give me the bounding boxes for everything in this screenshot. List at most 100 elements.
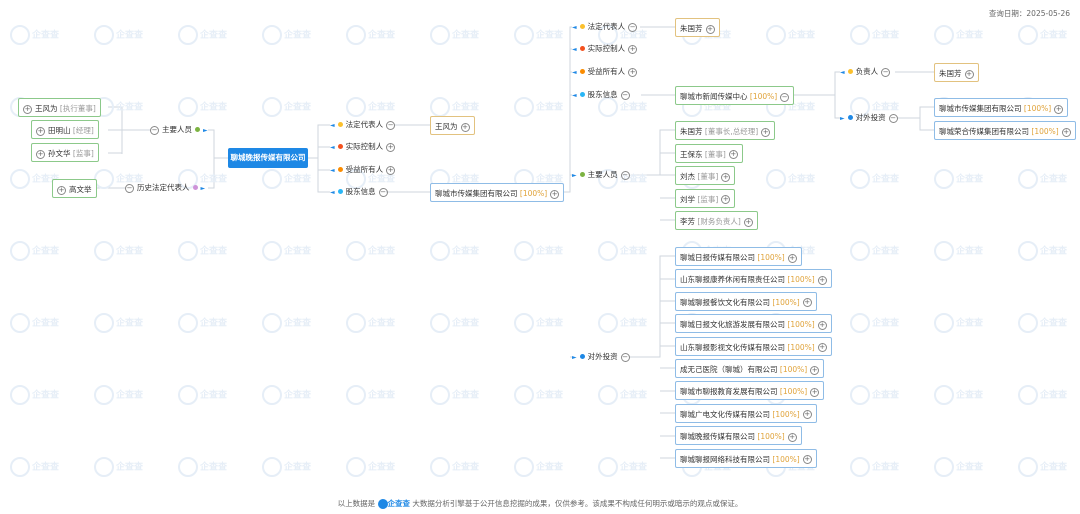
expand-icon[interactable]: + bbox=[802, 298, 812, 308]
person-box[interactable]: + 王风为 [执行董事] bbox=[18, 98, 101, 117]
expand-icon[interactable]: + bbox=[802, 455, 812, 465]
arrow-right-icon: ► bbox=[203, 127, 208, 134]
expand-icon[interactable]: + bbox=[721, 172, 731, 182]
investment-box[interactable]: 聊城荣合传媒集团有限公司 [100%] + bbox=[934, 121, 1076, 140]
investment-box[interactable]: 山东聊报影视文化传媒有限公司 [100%] + bbox=[675, 336, 832, 356]
investment-box[interactable]: 聊城聊报餐饮文化有限公司 [100%] + bbox=[675, 291, 817, 311]
person-box[interactable]: 李芳 [财务负责人] + bbox=[675, 211, 758, 230]
investment-box[interactable]: 聊城聊报网络科技有限公司 [100%] + bbox=[675, 448, 817, 468]
person-role: [监事] bbox=[72, 149, 94, 158]
person-box[interactable]: + 孙文华 [监事] bbox=[31, 143, 99, 162]
category-investment[interactable]: ► 对外投资 − bbox=[840, 112, 898, 125]
person-name: 王风为 bbox=[35, 104, 58, 113]
category-main-personnel[interactable]: − 主要人员 ► bbox=[150, 124, 208, 137]
person-role: [董事] bbox=[697, 172, 719, 181]
expand-icon[interactable]: + bbox=[36, 126, 45, 136]
expand-icon[interactable]: + bbox=[817, 343, 827, 353]
responsible-person-box[interactable]: 朱国芳 + bbox=[934, 63, 979, 82]
collapse-icon[interactable]: − bbox=[386, 120, 396, 130]
category-history-legal[interactable]: − 历史法定代表人 ► bbox=[125, 182, 205, 195]
expand-icon[interactable]: + bbox=[810, 365, 820, 375]
collapse-icon[interactable]: − bbox=[620, 170, 630, 180]
person-box[interactable]: 刘学 [监事] + bbox=[675, 188, 736, 208]
category-shareholder[interactable]: ◄ 股东信息 − bbox=[330, 186, 388, 199]
green-dot-icon bbox=[579, 172, 585, 177]
person-box[interactable]: 刘杰 [董事] + bbox=[675, 166, 736, 185]
expand-icon[interactable]: + bbox=[810, 387, 820, 397]
category-legal[interactable]: ◄ 法定代表人 − bbox=[330, 119, 396, 132]
expand-icon[interactable]: + bbox=[460, 122, 470, 132]
expand-icon[interactable]: + bbox=[1054, 104, 1064, 114]
expand-icon[interactable]: + bbox=[57, 185, 66, 195]
collapse-icon[interactable]: − bbox=[888, 113, 898, 123]
collapse-icon[interactable]: − bbox=[125, 183, 134, 193]
person-box[interactable]: 王保东 [董事] + bbox=[675, 143, 743, 163]
expand-icon[interactable]: + bbox=[705, 24, 715, 34]
investment-box[interactable]: 聊城日报传媒有限公司 [100%] + bbox=[675, 247, 802, 266]
collapse-icon[interactable]: − bbox=[780, 92, 790, 102]
expand-icon[interactable]: + bbox=[817, 320, 827, 330]
collapse-icon[interactable]: − bbox=[620, 90, 630, 100]
shareholder-box[interactable]: 聊城市传媒集团有限公司 [100%] + bbox=[430, 183, 565, 202]
cyan-dot-icon bbox=[579, 92, 585, 97]
legal-person-box[interactable]: 朱国芳 + bbox=[675, 18, 720, 37]
arrow-left-icon: ◄ bbox=[572, 46, 577, 53]
node-name: 山东聊报影视文化传媒有限公司 bbox=[680, 342, 785, 352]
collapse-icon[interactable]: − bbox=[378, 187, 388, 197]
collapse-icon[interactable]: − bbox=[881, 67, 891, 77]
arrow-left-icon: ◄ bbox=[572, 92, 577, 99]
collapse-icon[interactable]: − bbox=[628, 22, 638, 32]
expand-icon[interactable]: + bbox=[23, 104, 32, 114]
node-name: 聊城市聊报教育发展有限公司 bbox=[680, 387, 778, 397]
expand-icon[interactable]: + bbox=[787, 432, 797, 442]
collapse-icon[interactable]: − bbox=[150, 125, 159, 135]
expand-icon[interactable]: + bbox=[386, 142, 396, 152]
category-legal[interactable]: ◄ 法定代表人 − bbox=[572, 21, 638, 34]
expand-icon[interactable]: + bbox=[550, 189, 560, 199]
investment-box[interactable]: 聊城市传媒集团有限公司 [100%] + bbox=[934, 98, 1069, 117]
node-name: 成无己医院（聊城）有限公司 bbox=[680, 365, 778, 374]
expand-icon[interactable]: + bbox=[817, 275, 827, 285]
expand-icon[interactable]: + bbox=[802, 410, 812, 420]
arrow-right-icon: ► bbox=[840, 115, 845, 122]
person-box[interactable]: 朱国芳 [董事长,总经理] + bbox=[675, 121, 776, 140]
expand-icon[interactable]: + bbox=[628, 67, 638, 77]
investment-box[interactable]: 聊城晚报传媒有限公司 [100%] + bbox=[675, 426, 802, 446]
investment-box[interactable]: 成无己医院（聊城）有限公司 [100%] + bbox=[675, 359, 825, 378]
expand-icon[interactable]: + bbox=[386, 165, 396, 175]
expand-icon[interactable]: + bbox=[1061, 127, 1071, 137]
brand-name: 企查查 bbox=[387, 499, 411, 508]
legal-person-box[interactable]: 王风为 + bbox=[430, 116, 475, 135]
person-box[interactable]: + 田明山 [经理] bbox=[31, 120, 99, 139]
node-name: 聊城日报传媒有限公司 bbox=[680, 253, 755, 262]
category-investment[interactable]: ► 对外投资 − bbox=[572, 351, 630, 364]
person-box[interactable]: + 高文举 bbox=[52, 179, 97, 198]
green-dot-icon bbox=[195, 127, 200, 132]
arrow-left-icon: ◄ bbox=[330, 144, 335, 151]
expand-icon[interactable]: + bbox=[964, 69, 974, 79]
category-beneficiary[interactable]: ◄ 受益所有人 + bbox=[572, 66, 638, 79]
category-responsible[interactable]: ◄ 负责人 − bbox=[840, 66, 891, 79]
center-company[interactable]: 聊城晚报传媒有限公司 bbox=[228, 148, 308, 168]
expand-icon[interactable]: + bbox=[761, 127, 771, 137]
category-main-personnel[interactable]: ► 主要人员 − bbox=[572, 169, 630, 182]
expand-icon[interactable]: + bbox=[787, 253, 797, 263]
investment-box[interactable]: 聊城市聊报教育发展有限公司 [100%] + bbox=[675, 381, 825, 401]
category-controller[interactable]: ◄ 实际控制人 + bbox=[572, 43, 638, 56]
category-beneficiary[interactable]: ◄ 受益所有人 + bbox=[330, 164, 396, 177]
investment-box[interactable]: 聊城日报文化旅游发展有限公司 [100%] + bbox=[675, 314, 832, 334]
expand-icon[interactable]: + bbox=[721, 195, 731, 204]
investment-box[interactable]: 山东聊报康养休闲有限责任公司 [100%] + bbox=[675, 269, 832, 289]
category-controller[interactable]: ◄ 实际控制人 + bbox=[330, 141, 396, 154]
query-date: 查询日期：2025-05-26 bbox=[988, 9, 1070, 18]
node-name: 聊城广电文化传媒有限公司 bbox=[680, 409, 770, 419]
category-shareholder[interactable]: ◄ 股东信息 − bbox=[572, 89, 630, 102]
collapse-icon[interactable]: − bbox=[620, 352, 630, 362]
shareholder-box[interactable]: 聊城市新闻传媒中心 [100%] − bbox=[675, 86, 795, 105]
expand-icon[interactable]: + bbox=[36, 149, 45, 159]
investment-box[interactable]: 聊城广电文化传媒有限公司 [100%] + bbox=[675, 403, 817, 423]
expand-icon[interactable]: + bbox=[728, 150, 738, 159]
equity-map: 企查查 企查查 企查查 企查查 企查查 企查查 企查查 企查查 企查查 企查查 企查查 企查查 企查查企… bbox=[0, 0, 1080, 514]
expand-icon[interactable]: + bbox=[743, 217, 753, 227]
expand-icon[interactable]: + bbox=[628, 44, 638, 54]
